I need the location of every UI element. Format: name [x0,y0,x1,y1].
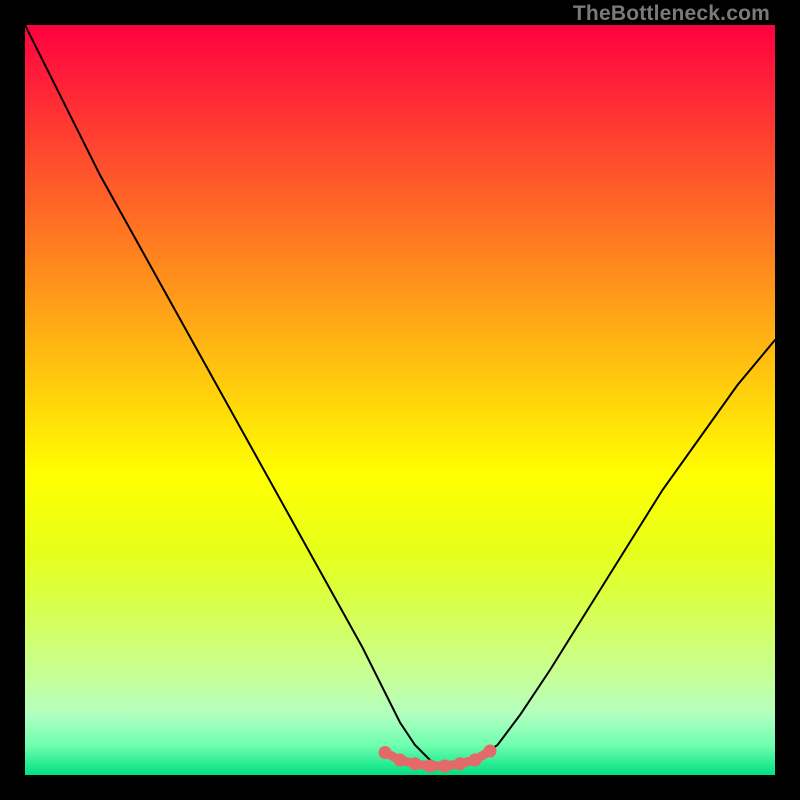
watermark-text: TheBottleneck.com [573,2,770,26]
chart-frame: TheBottleneck.com [0,0,800,800]
flat-bottom-stroke [385,751,490,766]
chart-svg [25,25,775,775]
chart-plot-area [25,25,775,775]
bottleneck-curve [25,25,775,768]
